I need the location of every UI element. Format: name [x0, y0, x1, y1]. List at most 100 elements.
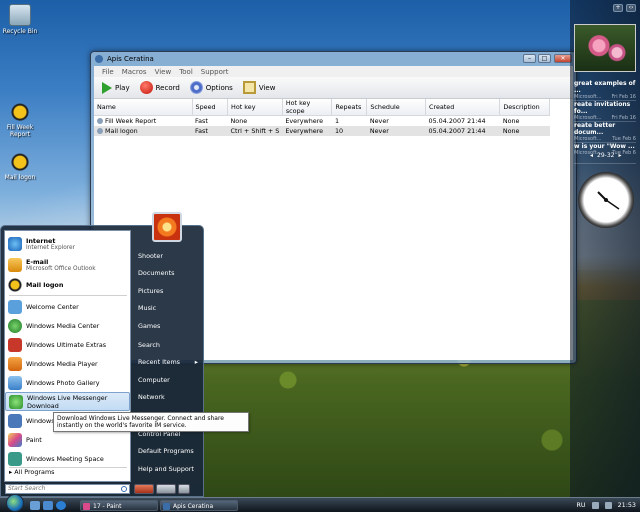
lock-button[interactable] — [156, 484, 176, 494]
feed-item[interactable]: great examples of ... Microsoft... Fri Feb… — [574, 80, 636, 101]
power-button[interactable] — [134, 484, 154, 494]
column-header-scope[interactable]: Hot key scope — [282, 99, 333, 116]
start-menu-places: Shooter Documents Pictures Music Games S… — [134, 230, 202, 480]
internet-explorer-icon[interactable] — [56, 501, 66, 510]
language-indicator[interactable]: RU — [576, 498, 585, 512]
start-item-media-player[interactable]: Windows Media Player — [5, 354, 130, 373]
menu-support[interactable]: Support — [197, 66, 233, 77]
taskbar-button-paint[interactable]: 17 - Paint — [80, 500, 158, 511]
minimize-button[interactable]: – — [523, 54, 536, 63]
sidebar-nav-button[interactable]: ‹› — [626, 4, 636, 12]
start-item-ultimate-extras[interactable]: Windows Ultimate Extras — [5, 335, 130, 354]
start-item-label: Windows Meeting Space — [26, 454, 104, 463]
start-button[interactable] — [6, 494, 24, 512]
window-titlebar[interactable]: Apis Ceratina – □ ✕ — [91, 52, 576, 65]
switch-windows-icon[interactable] — [43, 501, 53, 510]
search-icon[interactable] — [121, 486, 127, 492]
shutdown-options-button[interactable] — [178, 484, 190, 494]
taskbar-button-apis-ceratina[interactable]: Apis Ceratina — [160, 500, 238, 511]
task-label: 17 - Paint — [93, 503, 122, 510]
column-header-name[interactable]: Name — [94, 99, 193, 116]
menu-file[interactable]: File — [98, 66, 118, 77]
desktop-icon-label: Recycle Bin — [2, 28, 38, 35]
places-pictures[interactable]: Pictures — [134, 284, 202, 298]
all-programs-button[interactable]: ▸ All Programs — [9, 468, 55, 476]
places-documents[interactable]: Documents — [134, 266, 202, 280]
dvd-maker-icon — [8, 413, 22, 428]
media-center-icon — [8, 318, 22, 333]
desktop-icon-label: Fill Week Report — [6, 124, 34, 138]
start-item-photo-gallery[interactable]: Windows Photo Gallery — [5, 373, 130, 392]
places-games[interactable]: Games — [134, 319, 202, 333]
play-button[interactable]: Play — [100, 81, 132, 94]
start-item-label: Welcome Center — [26, 302, 79, 311]
feed-item[interactable]: reate better docum... Microsoft... Tue Feb… — [574, 122, 636, 143]
column-header-repeats[interactable]: Repeats — [331, 99, 368, 116]
start-item-welcome-center[interactable]: Welcome Center — [5, 297, 130, 316]
clock-time[interactable]: 21:53 — [618, 498, 636, 512]
cell-name: Mail logon — [94, 125, 193, 136]
maximize-button[interactable]: □ — [538, 54, 551, 63]
chevron-right-icon[interactable]: ▸ — [618, 152, 621, 159]
start-item-live-messenger-download[interactable]: Windows Live Messenger Download — [5, 392, 130, 411]
table-row[interactable]: Mail logon Fast Ctrl + Shift + S Everywh… — [94, 125, 550, 136]
column-header-created[interactable]: Created — [425, 99, 501, 116]
desktop-icon-fill-week-report[interactable]: Fill Week Report — [0, 100, 40, 138]
start-item-mail-logon[interactable]: Mail logon — [5, 275, 130, 294]
column-header-description[interactable]: Description — [499, 99, 550, 116]
table-row[interactable]: Fill Week Report Fast None Everywhere 1 … — [94, 116, 550, 126]
macro-icon — [97, 117, 103, 124]
feed-item[interactable]: reate invitations fo... Microsoft... Fri F… — [574, 101, 636, 122]
cell-scope: Everywhere — [285, 116, 324, 125]
column-header-schedule[interactable]: Schedule — [366, 99, 426, 116]
feed-source: Microsoft... — [574, 115, 602, 121]
outlook-icon — [8, 257, 22, 272]
places-computer[interactable]: Computer — [134, 373, 202, 387]
view-button[interactable]: View — [241, 81, 278, 94]
places-music[interactable]: Music — [134, 301, 202, 315]
start-item-email[interactable]: E-mail Microsoft Office Outlook — [5, 254, 130, 275]
places-search[interactable]: Search — [134, 338, 202, 352]
feed-date: Tue Feb 6 — [612, 136, 636, 142]
start-item-label: Windows Media Center — [26, 321, 100, 330]
cell-speed: Fast — [192, 125, 228, 136]
slideshow-gadget[interactable] — [574, 24, 636, 72]
start-item-paint[interactable]: Paint — [5, 430, 130, 449]
places-recent-items[interactable]: Recent Items ▸ — [134, 355, 202, 369]
feed-date: Fri Feb 16 — [611, 94, 636, 100]
menu-tool[interactable]: Tool — [175, 66, 197, 77]
places-help-support[interactable]: Help and Support — [134, 462, 202, 476]
cell-speed: Fast — [195, 116, 208, 125]
cell-name: Fill Week Report — [94, 116, 192, 126]
start-item-media-center[interactable]: Windows Media Center — [5, 316, 130, 335]
desktop-icon-mail-logon[interactable]: Mail logon — [0, 150, 40, 181]
app-icon — [95, 55, 103, 63]
windows-sidebar: + ‹› great examples of ... Microsoft... Fr… — [570, 0, 640, 497]
menu-view[interactable]: View — [151, 66, 176, 77]
column-header-hotkey[interactable]: Hot key — [227, 99, 283, 116]
start-item-label: Windows Live Messenger Download — [27, 393, 108, 410]
search-placeholder: Start Search — [8, 485, 46, 492]
play-icon — [102, 81, 112, 94]
start-search-input[interactable]: Start Search — [5, 484, 130, 494]
record-button[interactable]: Record — [138, 81, 182, 94]
places-shooter[interactable]: Shooter — [134, 249, 202, 263]
menu-macros[interactable]: Macros — [118, 66, 151, 77]
column-header-speed[interactable]: Speed — [192, 99, 229, 116]
network-icon[interactable] — [591, 502, 599, 509]
chevron-left-icon[interactable]: ◂ — [590, 152, 593, 159]
places-network[interactable]: Network — [134, 390, 202, 404]
feed-title: w is your "Wow ... — [574, 143, 635, 150]
show-desktop-icon[interactable] — [30, 501, 40, 510]
start-item-internet[interactable]: Internet Internet Explorer — [5, 233, 130, 254]
add-gadget-button[interactable]: + — [613, 4, 623, 12]
cell-repeats: 1 — [334, 116, 340, 125]
options-button[interactable]: Options — [188, 81, 235, 94]
volume-icon[interactable] — [604, 502, 612, 509]
start-item-label: Windows Ultimate Extras — [26, 340, 107, 349]
places-default-programs[interactable]: Default Programs — [134, 444, 202, 458]
start-item-meeting-space[interactable]: Windows Meeting Space — [5, 449, 130, 468]
desktop-icon-recycle-bin[interactable]: Recycle Bin — [0, 4, 40, 35]
clock-hands-icon — [597, 191, 620, 210]
start-item-label: Windows Photo Gallery — [26, 378, 100, 387]
